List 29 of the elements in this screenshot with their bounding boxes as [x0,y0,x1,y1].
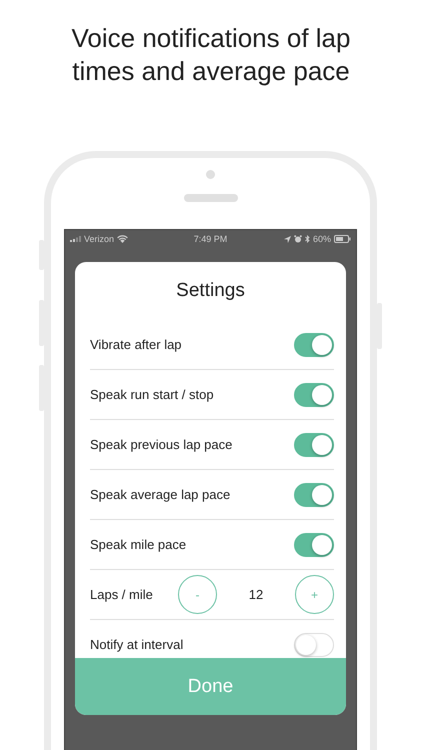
increment-button[interactable]: + [295,575,334,614]
settings-title: Settings [175,279,246,303]
setting-label: Speak previous lap pace [90,437,232,452]
setting-label: Speak mile pace [90,537,186,552]
toggle-switch[interactable] [294,532,334,556]
status-time: 7:49 PM [194,234,228,244]
setting-label: Speak average lap pace [90,487,230,502]
location-arrow-icon [284,236,291,242]
setting-label: Speak run start / stop [90,387,214,402]
toggle-switch[interactable] [294,332,334,356]
speaker-icon [184,194,238,202]
camera-icon [206,170,215,179]
battery-percent: 60% [312,234,331,244]
setting-label: Vibrate after lap [90,337,182,352]
setting-label: Laps / mile [90,587,153,602]
toggle-switch[interactable] [294,382,334,406]
alarm-icon [294,235,302,243]
done-button[interactable]: Done [75,658,346,715]
bluetooth-icon [304,235,310,243]
toggle-switch[interactable] [294,432,334,456]
setting-label: Notify at interval [90,637,184,652]
stepper-value: 12 [248,587,264,602]
toggle-switch[interactable] [294,482,334,506]
wifi-icon [117,235,128,243]
carrier-label: Verizon [84,234,114,244]
battery-icon [334,235,351,243]
signal-icon [70,236,81,242]
decrement-button[interactable]: - [178,575,217,614]
headline: Voice notifications of lap times and average pace [70,22,352,88]
